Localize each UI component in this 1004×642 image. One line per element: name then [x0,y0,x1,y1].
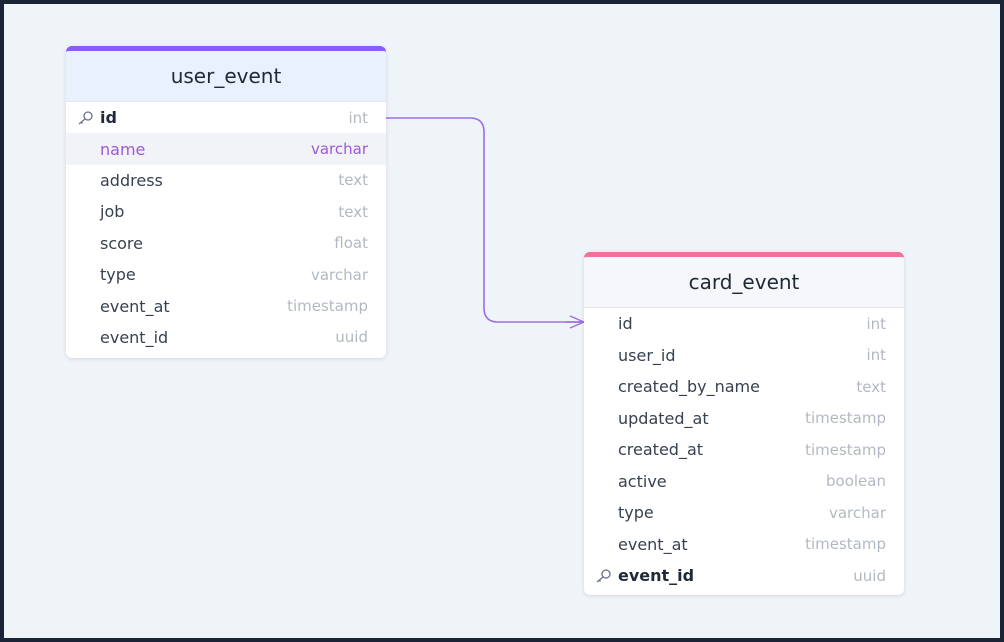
table-row[interactable]: type varchar [584,497,904,529]
table-row[interactable]: active boolean [584,466,904,498]
column-type: boolean [826,472,886,491]
column-type: uuid [335,328,368,347]
table-user-event[interactable]: user_event id int name varchar address t… [66,46,386,358]
column-type: uuid [853,566,886,585]
table-row[interactable]: job text [66,196,386,227]
column-name: score [100,233,143,253]
column-type: int [866,346,886,365]
table-row[interactable]: created_at timestamp [584,434,904,466]
column-type: varchar [310,140,368,159]
table-title[interactable]: user_event [66,51,386,102]
column-name: job [100,202,125,222]
column-name: event_id [618,566,695,586]
column-type: float [334,234,368,253]
crows-foot-icon [566,315,585,329]
column-name: created_by_name [618,377,760,397]
column-name: type [618,503,654,523]
column-type: text [338,202,368,221]
column-type: varchar [310,265,368,284]
column-name: event_id [100,327,169,347]
table-card-event[interactable]: card_event id int user_id int created_by… [584,252,904,595]
table-row[interactable]: created_by_name text [584,371,904,403]
column-name: created_at [618,440,704,460]
table-row[interactable]: name varchar [66,133,386,165]
column-name: type [100,265,136,285]
key-icon [596,569,611,583]
column-name: id [618,314,633,334]
column-type: varchar [828,503,886,522]
column-name: id [100,108,117,128]
column-type: int [348,108,368,127]
column-type: int [866,314,886,333]
column-name: address [100,170,163,190]
table-row[interactable]: id int [66,102,386,133]
table-row[interactable]: event_at timestamp [584,529,904,561]
table-row[interactable]: event_id uuid [584,560,904,592]
table-row[interactable]: event_at timestamp [66,290,386,321]
column-type: text [856,377,886,396]
table-row[interactable]: event_id uuid [66,322,386,353]
relationship-line [386,117,584,323]
table-row[interactable]: updated_at timestamp [584,403,904,435]
column-name: active [618,471,667,491]
column-type: text [338,171,368,190]
column-name: updated_at [618,408,709,428]
key-icon [78,111,93,125]
table-row[interactable]: type varchar [66,259,386,290]
table-title[interactable]: card_event [584,257,904,308]
column-name: user_id [618,345,676,365]
table-row[interactable]: id int [584,308,904,340]
column-name: name [100,139,146,159]
table-row[interactable]: score float [66,228,386,259]
diagram-canvas[interactable]: user_event id int name varchar address t… [4,4,1000,638]
table-row[interactable]: user_id int [584,340,904,372]
column-type: timestamp [805,409,886,428]
column-type: timestamp [805,535,886,554]
column-type: timestamp [805,440,886,459]
column-type: timestamp [287,297,368,316]
column-name: event_at [100,296,170,316]
table-row[interactable]: address text [66,165,386,196]
column-name: event_at [618,534,688,554]
